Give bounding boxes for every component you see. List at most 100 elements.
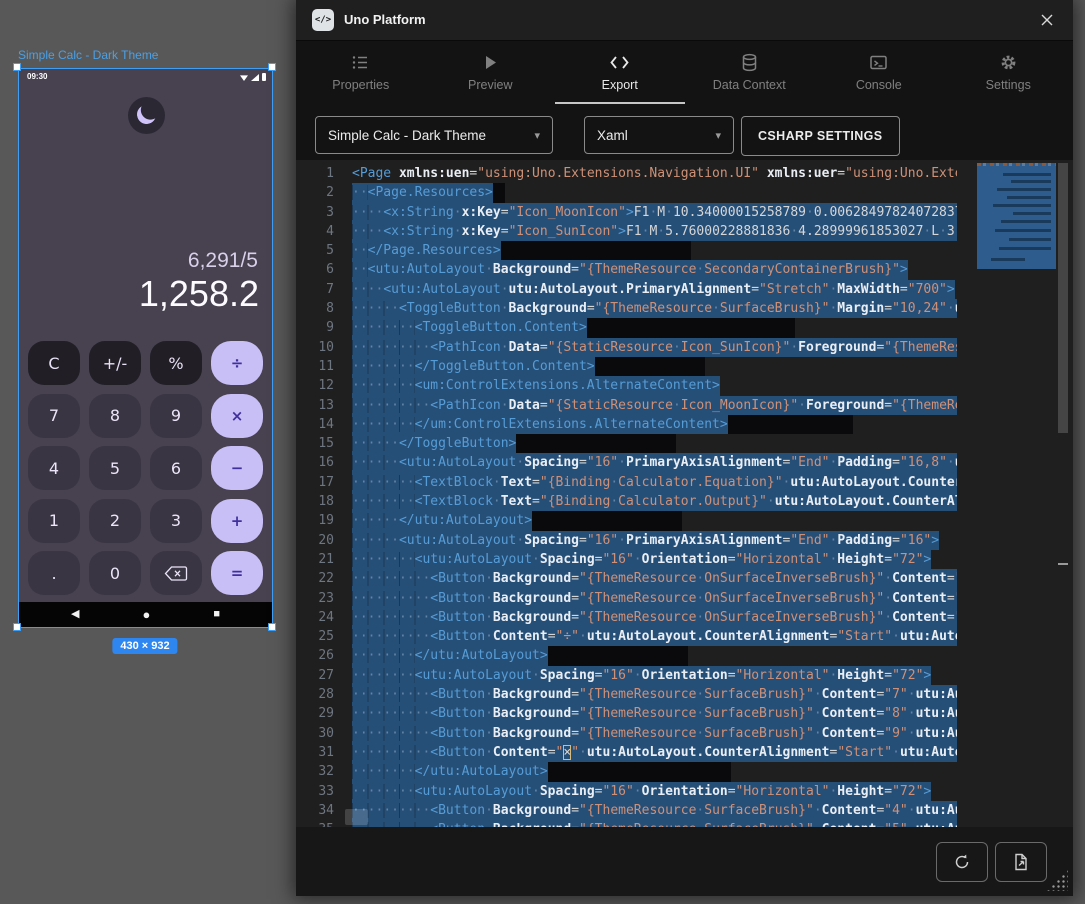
code-line[interactable]: 23··········<Button·Background="{ThemeRe… xyxy=(296,589,957,608)
code-line[interactable]: 29··········<Button·Background="{ThemeRe… xyxy=(296,704,957,723)
code-line[interactable]: 1<Page xmlns:uen="using:Uno.Extensions.N… xyxy=(296,164,957,183)
key-=[interactable]: = xyxy=(211,551,263,595)
code-line[interactable]: 21········<utu:AutoLayout·Spacing="16"·O… xyxy=(296,550,957,569)
phone-artboard[interactable]: 09:30 6,291/5 1,258.2 C+/-%÷789×456−123+… xyxy=(18,68,273,628)
code-line[interactable]: 31··········<Button·Content="×"·utu:Auto… xyxy=(296,743,957,762)
v-scrollbar[interactable] xyxy=(1057,160,1069,827)
code-line[interactable]: 7····<utu:AutoLayout·utu:AutoLayout.Prim… xyxy=(296,280,957,299)
code-line[interactable]: 3····<x:String·x:Key="Icon_MoonIcon">F1·… xyxy=(296,203,957,222)
key-8[interactable]: 8 xyxy=(89,394,141,438)
line-number: 30 xyxy=(296,724,352,743)
code-line[interactable]: 10··········<PathIcon·Data="{StaticResou… xyxy=(296,338,957,357)
key-÷[interactable]: ÷ xyxy=(211,341,263,385)
line-number: 21 xyxy=(296,550,352,569)
tab-label: Preview xyxy=(468,78,512,92)
key-4[interactable]: 4 xyxy=(28,446,80,490)
theme-toggle-button[interactable] xyxy=(128,97,165,134)
tab-label: Export xyxy=(602,78,638,92)
key-%[interactable]: % xyxy=(150,341,202,385)
tab-settings[interactable]: Settings xyxy=(944,41,1074,104)
code-line[interactable]: 12········<um:ControlExtensions.Alternat… xyxy=(296,376,957,395)
code-line[interactable]: 4····<x:String·x:Key="Icon_SunIcon">F1·M… xyxy=(296,222,957,241)
code-line[interactable]: 19······</utu:AutoLayout> xyxy=(296,511,957,530)
code-line[interactable]: 5··</Page.Resources> xyxy=(296,241,957,260)
code-line[interactable]: 17········<TextBlock·Text="{Binding·Calc… xyxy=(296,473,957,492)
tab-data-context[interactable]: Data Context xyxy=(685,41,815,104)
format-dropdown[interactable]: Xaml ▾ xyxy=(584,116,734,154)
line-number: 34 xyxy=(296,801,352,820)
refresh-button[interactable] xyxy=(936,842,988,882)
code-line[interactable]: 28··········<Button·Background="{ThemeRe… xyxy=(296,685,957,704)
key-backspace[interactable] xyxy=(150,551,202,595)
selection-handle-top-right[interactable] xyxy=(268,63,276,71)
moon-icon xyxy=(135,103,159,127)
key-C[interactable]: C xyxy=(28,341,80,385)
key-0[interactable]: 0 xyxy=(89,551,141,595)
code-line[interactable]: 16······<utu:AutoLayout·Spacing="16"·Pri… xyxy=(296,453,957,472)
key-9[interactable]: 9 xyxy=(150,394,202,438)
theme-dropdown[interactable]: Simple Calc - Dark Theme ▾ xyxy=(315,116,553,154)
key-+[interactable]: + xyxy=(211,499,263,543)
artboard-label[interactable]: Simple Calc - Dark Theme xyxy=(18,48,158,62)
line-number: 28 xyxy=(296,685,352,704)
code-line[interactable]: 11········</ToggleButton.Content> xyxy=(296,357,957,376)
v-scrollbar-thumb[interactable] xyxy=(1058,163,1068,433)
selection-handle-bottom-left[interactable] xyxy=(13,623,21,631)
code-line[interactable]: 2··<Page.Resources> xyxy=(296,183,957,202)
minimap[interactable] xyxy=(977,160,1056,827)
h-scrollbar-thumb[interactable] xyxy=(345,809,368,825)
code-line[interactable]: 33········<utu:AutoLayout·Spacing="16"·O… xyxy=(296,782,957,801)
back-icon[interactable]: ◀ xyxy=(71,602,79,627)
export-file-button[interactable] xyxy=(995,842,1047,882)
code-line[interactable]: 15······</ToggleButton> xyxy=(296,434,957,453)
tab-preview[interactable]: Preview xyxy=(426,41,556,104)
line-number: 35 xyxy=(296,820,352,827)
code-line[interactable]: 20······<utu:AutoLayout·Spacing="16"·Pri… xyxy=(296,531,957,550)
key-6[interactable]: 6 xyxy=(150,446,202,490)
line-number: 14 xyxy=(296,415,352,434)
code-line[interactable]: 24··········<Button·Background="{ThemeRe… xyxy=(296,608,957,627)
selection-handle-bottom-right[interactable] xyxy=(268,623,276,631)
code-editor[interactable]: 1<Page xmlns:uen="using:Uno.Extensions.N… xyxy=(296,160,1073,827)
resize-grip[interactable] xyxy=(1046,869,1068,891)
code-line[interactable]: 35··········<Button·Background="{ThemeRe… xyxy=(296,820,957,827)
key-.[interactable]: . xyxy=(28,551,80,595)
code-line[interactable]: 27········<utu:AutoLayout·Spacing="16"·O… xyxy=(296,666,957,685)
code-line[interactable]: 22··········<Button·Background="{ThemeRe… xyxy=(296,569,957,588)
selection-handle-top-left[interactable] xyxy=(13,63,21,71)
key-7[interactable]: 7 xyxy=(28,394,80,438)
code-line[interactable]: 32········</utu:AutoLayout> xyxy=(296,762,957,781)
tab-console[interactable]: Console xyxy=(814,41,944,104)
recents-icon[interactable]: ■ xyxy=(213,602,220,627)
calculator-output: 1,258.2 xyxy=(139,273,259,315)
code-line[interactable]: 6··<utu:AutoLayout·Background="{ThemeRes… xyxy=(296,260,957,279)
line-number: 29 xyxy=(296,704,352,723)
code-line[interactable]: 34··········<Button·Background="{ThemeRe… xyxy=(296,801,957,820)
code-brackets-icon: </> xyxy=(312,9,334,31)
key-3[interactable]: 3 xyxy=(150,499,202,543)
code-line[interactable]: 13··········<PathIcon·Data="{StaticResou… xyxy=(296,396,957,415)
key-×[interactable]: × xyxy=(211,394,263,438)
line-number: 15 xyxy=(296,434,352,453)
code-line[interactable]: 8······<ToggleButton·Background="{ThemeR… xyxy=(296,299,957,318)
code-line[interactable]: 9········<ToggleButton.Content> xyxy=(296,318,957,337)
key-2[interactable]: 2 xyxy=(89,499,141,543)
code-line[interactable]: 26········</utu:AutoLayout> xyxy=(296,646,957,665)
home-icon[interactable]: ● xyxy=(142,602,150,627)
key-5[interactable]: 5 xyxy=(89,446,141,490)
key-+/-[interactable]: +/- xyxy=(89,341,141,385)
code-line[interactable]: 14········</um:ControlExtensions.Alterna… xyxy=(296,415,957,434)
code-line[interactable]: 25··········<Button·Content="÷"·utu:Auto… xyxy=(296,627,957,646)
code-line[interactable]: 18········<TextBlock·Text="{Binding·Calc… xyxy=(296,492,957,511)
key-−[interactable]: − xyxy=(211,446,263,490)
code-lines[interactable]: 1<Page xmlns:uen="using:Uno.Extensions.N… xyxy=(296,160,957,827)
csharp-settings-button[interactable]: CSHARP SETTINGS xyxy=(741,116,900,156)
code-line[interactable]: 30··········<Button·Background="{ThemeRe… xyxy=(296,724,957,743)
line-number: 16 xyxy=(296,453,352,472)
close-icon[interactable] xyxy=(1037,10,1057,30)
key-1[interactable]: 1 xyxy=(28,499,80,543)
tab-properties[interactable]: Properties xyxy=(296,41,426,104)
line-number: 9 xyxy=(296,318,352,337)
window-title-bar[interactable]: </> Uno Platform xyxy=(296,0,1073,41)
tab-export[interactable]: Export xyxy=(555,41,685,104)
